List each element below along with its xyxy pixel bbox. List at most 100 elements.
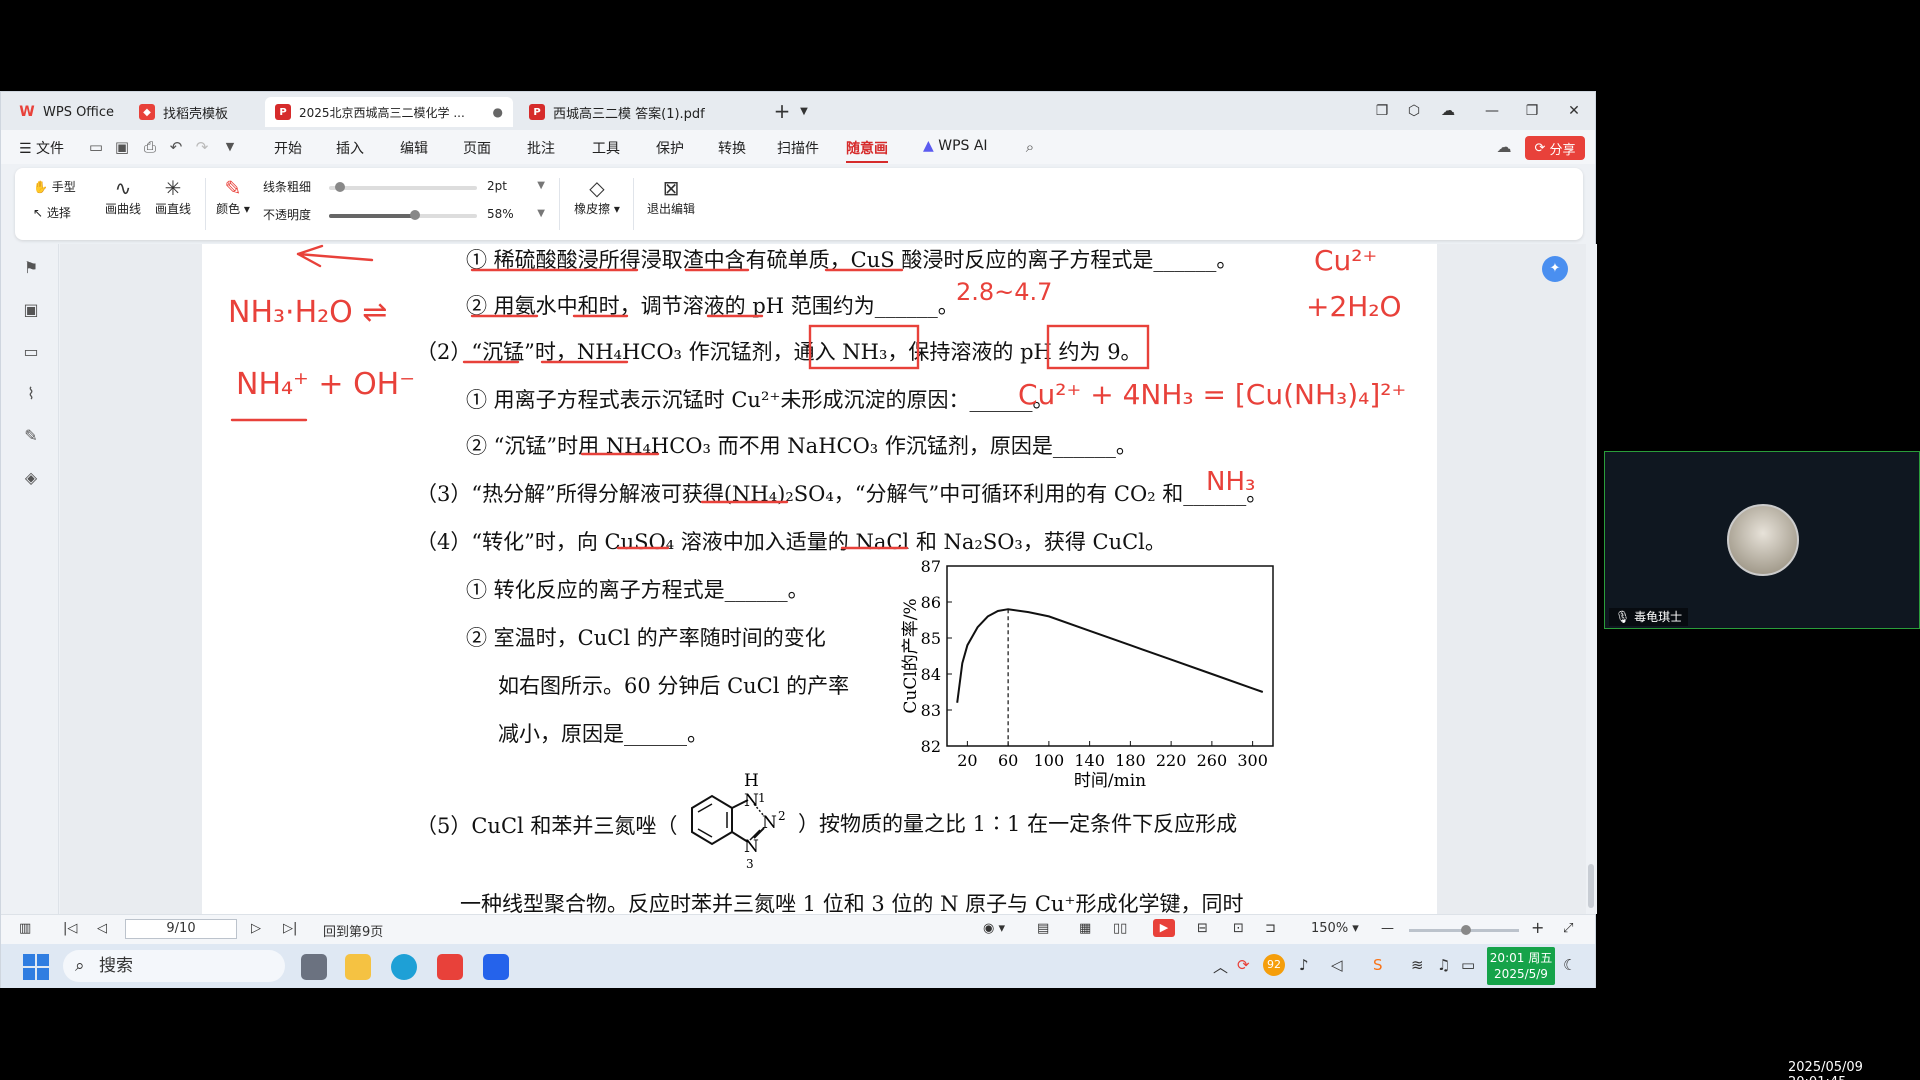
- draw-line-tool[interactable]: ✳ 画直线: [151, 176, 195, 217]
- taskbar-clock[interactable]: 20:01 周五 2025/5/9: [1487, 947, 1555, 985]
- battery-icon[interactable]: ▭: [1461, 956, 1475, 974]
- attachment-icon[interactable]: ⌇: [21, 384, 41, 404]
- zoom-knob[interactable]: [1461, 925, 1471, 935]
- first-page-icon[interactable]: |◁: [63, 921, 77, 936]
- vertical-scrollbar[interactable]: [1586, 244, 1597, 914]
- menu-convert[interactable]: 转换: [718, 138, 746, 158]
- box-mark: [808, 324, 920, 370]
- menu-page[interactable]: 页面: [463, 138, 491, 158]
- fit-page-icon[interactable]: ⊡: [1233, 921, 1244, 936]
- file-explorer-icon[interactable]: [345, 954, 371, 980]
- share-button[interactable]: ⟳ 分享: [1525, 136, 1585, 160]
- cloud-upload-icon[interactable]: ☁: [1495, 138, 1513, 156]
- speaker-icon[interactable]: ◁: [1331, 956, 1343, 974]
- menu-freehand[interactable]: 随意画: [846, 138, 888, 163]
- tab-dot-icon[interactable]: ●: [493, 105, 503, 119]
- menu-start[interactable]: 开始: [274, 138, 302, 158]
- tray-app-icon[interactable]: S: [1373, 956, 1383, 974]
- tab-wps-office[interactable]: W WPS Office: [9, 97, 124, 127]
- tray-badge[interactable]: 92: [1263, 954, 1285, 976]
- zoom-dropdown[interactable]: 150% ▾: [1311, 921, 1359, 936]
- save-icon[interactable]: ▣: [113, 138, 131, 156]
- restore-icon[interactable]: ❐: [1521, 100, 1543, 122]
- menu-edit[interactable]: 编辑: [400, 138, 428, 158]
- opacity-slider[interactable]: [329, 210, 477, 220]
- play-icon[interactable]: ▶: [1153, 919, 1175, 937]
- rotate-icon[interactable]: ⊐: [1265, 921, 1276, 936]
- taskbar-search[interactable]: ⌕ 搜索: [63, 950, 285, 982]
- last-page-icon[interactable]: ▷|: [283, 921, 297, 936]
- opacity-knob[interactable]: [409, 210, 420, 220]
- meeting-app-icon[interactable]: [483, 954, 509, 980]
- cube-icon[interactable]: ⬡: [1403, 100, 1425, 122]
- tab-docer[interactable]: ◆ 找稻壳模板: [129, 97, 257, 127]
- close-icon[interactable]: ✕: [1563, 100, 1585, 122]
- quick-access-chevron-icon[interactable]: ▼: [221, 138, 239, 156]
- next-page-icon[interactable]: ▷: [251, 921, 261, 936]
- draw-line-label: 画直线: [154, 202, 191, 216]
- page-number-input[interactable]: 9/10: [125, 919, 237, 939]
- minimize-icon[interactable]: —: [1481, 100, 1503, 122]
- edge-browser-icon[interactable]: [391, 954, 417, 980]
- select-tool[interactable]: ↖ 选择: [33, 204, 71, 221]
- fit-width-icon[interactable]: ⊟: [1197, 921, 1208, 936]
- exit-edit-button[interactable]: ⊠ 退出编辑: [643, 176, 699, 217]
- zoom-slider[interactable]: [1409, 925, 1519, 935]
- line-width-knob[interactable]: [335, 182, 345, 192]
- zoom-in-icon[interactable]: +: [1531, 918, 1544, 937]
- layers-icon[interactable]: ◈: [21, 468, 41, 488]
- cloud-avatar-icon[interactable]: ☁: [1437, 100, 1459, 122]
- line-width-dropdown[interactable]: 2pt ▼: [483, 176, 549, 196]
- tray-sync-icon[interactable]: ⟳: [1237, 956, 1250, 974]
- open-folder-icon[interactable]: ▭: [87, 138, 105, 156]
- undo-icon[interactable]: ↶: [167, 138, 185, 156]
- menu-insert[interactable]: 插入: [336, 138, 364, 158]
- sidebar-toggle-icon[interactable]: ▥: [19, 921, 31, 936]
- window-layout-icon[interactable]: ❐: [1371, 100, 1393, 122]
- new-tab-plus-icon[interactable]: +: [771, 99, 793, 123]
- menu-file[interactable]: ☰ 文件: [19, 138, 64, 158]
- hand-tool[interactable]: ✋ 手型: [33, 178, 76, 195]
- tab-answer-pdf[interactable]: P 西城高三二模 答案(1).pdf: [519, 97, 763, 127]
- draw-curve-tool[interactable]: ∿ 画曲线: [101, 176, 145, 217]
- line-width-slider[interactable]: [329, 182, 477, 192]
- signature-icon[interactable]: ✎: [21, 426, 41, 446]
- bookmark-icon[interactable]: ⚑: [21, 258, 41, 278]
- ai-assistant-icon[interactable]: ✦: [1542, 256, 1568, 282]
- windows-start-icon[interactable]: [23, 954, 49, 980]
- video-overlay[interactable]: 🎙 毒龟琪士: [1604, 451, 1920, 629]
- eraser-tool[interactable]: ◇ 橡皮擦 ▾: [571, 176, 623, 217]
- menu-scan[interactable]: 扫描件: [777, 138, 819, 158]
- redo-icon[interactable]: ↷: [193, 138, 211, 156]
- tab-list-chevron-icon[interactable]: ▼: [793, 100, 815, 122]
- continuous-page-icon[interactable]: ▦: [1079, 921, 1091, 936]
- scroll-thumb[interactable]: [1588, 864, 1594, 908]
- tray-expand-icon[interactable]: ︿: [1213, 956, 1228, 977]
- color-picker[interactable]: ✎ 颜色 ▾: [211, 176, 255, 217]
- settings-gear-icon[interactable]: [301, 954, 327, 980]
- menu-protect[interactable]: 保护: [656, 138, 684, 158]
- wps-taskbar-icon[interactable]: [437, 954, 463, 980]
- opacity-dropdown[interactable]: 58% ▼: [483, 204, 549, 224]
- double-page-icon[interactable]: ▯▯: [1113, 921, 1127, 936]
- single-page-icon[interactable]: ▤: [1037, 921, 1049, 936]
- volume-icon[interactable]: ♫: [1437, 956, 1450, 974]
- notification-moon-icon[interactable]: ☾: [1563, 956, 1576, 974]
- thumbnail-icon[interactable]: ▣: [21, 300, 41, 320]
- zoom-out-icon[interactable]: —: [1381, 921, 1394, 936]
- menu-wps-ai[interactable]: ▲ WPS AI: [923, 138, 988, 154]
- fullscreen-icon[interactable]: ⤢: [1563, 921, 1573, 936]
- eye-mode-icon[interactable]: ◉ ▾: [983, 921, 1005, 936]
- menu-tools[interactable]: 工具: [592, 138, 620, 158]
- wifi-icon[interactable]: ≋: [1411, 956, 1424, 974]
- back-to-page-link[interactable]: 回到第9页: [323, 921, 383, 940]
- eraser-label: 橡皮擦: [574, 202, 611, 216]
- pdf-icon: P: [275, 104, 291, 120]
- menu-annotate[interactable]: 批注: [527, 138, 555, 158]
- print-icon[interactable]: ⎙: [141, 138, 159, 156]
- comment-icon[interactable]: ▭: [21, 342, 41, 362]
- microphone-icon[interactable]: ♪: [1299, 956, 1309, 974]
- search-icon[interactable]: ⌕: [1021, 138, 1039, 156]
- prev-page-icon[interactable]: ◁: [97, 921, 107, 936]
- tab-chemistry-exam[interactable]: P 2025北京西城高三二模化学 ... ●: [265, 97, 513, 127]
